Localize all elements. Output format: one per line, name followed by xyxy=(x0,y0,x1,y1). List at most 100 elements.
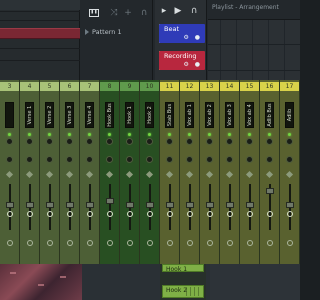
route-icon[interactable] xyxy=(27,240,33,246)
route-icon[interactable] xyxy=(207,240,213,246)
mute-led-icon[interactable] xyxy=(108,133,111,136)
magnet-icon[interactable]: ∩ xyxy=(189,6,199,16)
mute-led-icon[interactable] xyxy=(268,133,271,136)
mixer-strip[interactable]: 4 Verse 1 xyxy=(20,80,40,264)
mixer-strip[interactable]: 8 Hook Bus xyxy=(100,80,120,264)
mixer-strip-name[interactable]: Vox ab 4 xyxy=(245,102,254,128)
swap-icon[interactable] xyxy=(145,170,154,179)
pan-knob[interactable] xyxy=(26,138,33,145)
route-icon[interactable] xyxy=(147,240,153,246)
volume-fader-handle[interactable] xyxy=(246,202,254,208)
mixer-strip[interactable]: 17 Adlib xyxy=(280,80,300,264)
stereo-knob[interactable] xyxy=(186,156,193,163)
swap-icon[interactable] xyxy=(5,170,14,179)
mute-led-icon[interactable] xyxy=(68,133,71,136)
record-arm-icon[interactable] xyxy=(247,211,253,217)
volume-fader-handle[interactable] xyxy=(146,202,154,208)
stereo-knob[interactable] xyxy=(126,156,133,163)
route-icon[interactable] xyxy=(47,240,53,246)
record-arm-icon[interactable] xyxy=(107,211,113,217)
mute-led-icon[interactable] xyxy=(128,133,131,136)
swap-icon[interactable] xyxy=(265,170,274,179)
pan-knob[interactable] xyxy=(86,138,93,145)
track-controls-icon[interactable]: ⚙ ● xyxy=(183,61,202,68)
mixer-strip-name[interactable] xyxy=(5,102,14,128)
mixer-strip[interactable]: 5 Verse 2 xyxy=(40,80,60,264)
pan-knob[interactable] xyxy=(66,138,73,145)
route-icon[interactable] xyxy=(267,240,273,246)
playlist-grid[interactable]: Playlist - Arrangement xyxy=(208,0,300,80)
playlist-lanes[interactable] xyxy=(210,264,300,300)
plus-icon[interactable]: + xyxy=(123,8,133,18)
mixer-strip-name[interactable]: Verse 1 xyxy=(25,102,34,128)
mixer-strip-name[interactable]: Adlib xyxy=(285,102,294,128)
mute-led-icon[interactable] xyxy=(188,133,191,136)
swap-icon[interactable] xyxy=(285,170,294,179)
volume-fader-handle[interactable] xyxy=(6,202,14,208)
snap-icon[interactable]: ⤨ xyxy=(109,8,119,18)
record-arm-icon[interactable] xyxy=(27,211,33,217)
swap-icon[interactable] xyxy=(165,170,174,179)
pan-knob[interactable] xyxy=(46,138,53,145)
volume-fader-handle[interactable] xyxy=(126,202,134,208)
mute-led-icon[interactable] xyxy=(88,133,91,136)
stereo-knob[interactable] xyxy=(206,156,213,163)
route-icon[interactable] xyxy=(227,240,233,246)
pan-knob[interactable] xyxy=(126,138,133,145)
record-arm-icon[interactable] xyxy=(147,211,153,217)
mixer-strip[interactable]: 15 Vox ab 4 xyxy=(240,80,260,264)
route-icon[interactable] xyxy=(287,240,293,246)
stereo-knob[interactable] xyxy=(166,156,173,163)
mute-led-icon[interactable] xyxy=(28,133,31,136)
stereo-knob[interactable] xyxy=(86,156,93,163)
swap-icon[interactable] xyxy=(85,170,94,179)
mute-led-icon[interactable] xyxy=(228,133,231,136)
mixer-strip-name[interactable]: Verse 2 xyxy=(45,102,54,128)
swap-icon[interactable] xyxy=(65,170,74,179)
volume-fader-handle[interactable] xyxy=(86,202,94,208)
record-arm-icon[interactable] xyxy=(127,211,133,217)
pan-knob[interactable] xyxy=(226,138,233,145)
swap-icon[interactable] xyxy=(205,170,214,179)
swap-icon[interactable] xyxy=(25,170,34,179)
route-icon[interactable] xyxy=(167,240,173,246)
route-icon[interactable] xyxy=(127,240,133,246)
pattern-clip[interactable]: Hook 2 xyxy=(162,285,204,298)
mixer-strip-name[interactable]: Vox ab 3 xyxy=(225,102,234,128)
record-arm-icon[interactable] xyxy=(287,211,293,217)
record-arm-icon[interactable] xyxy=(87,211,93,217)
mixer-strip[interactable]: 9 Hook 1 xyxy=(120,80,140,264)
pan-knob[interactable] xyxy=(166,138,173,145)
pan-knob[interactable] xyxy=(246,138,253,145)
mute-led-icon[interactable] xyxy=(8,133,11,136)
stereo-knob[interactable] xyxy=(66,156,73,163)
mixer-strip[interactable]: 3 xyxy=(0,80,20,264)
mixer-strip[interactable]: 16 Adlib Bus xyxy=(260,80,280,264)
mute-led-icon[interactable] xyxy=(248,133,251,136)
route-icon[interactable] xyxy=(87,240,93,246)
pan-knob[interactable] xyxy=(186,138,193,145)
mixer-strip-name[interactable]: Hook 1 xyxy=(125,102,134,128)
mixer-strip[interactable]: 6 Verse 3 xyxy=(60,80,80,264)
volume-fader-handle[interactable] xyxy=(46,202,54,208)
stereo-knob[interactable] xyxy=(46,156,53,163)
volume-fader-handle[interactable] xyxy=(206,202,214,208)
pattern-item[interactable]: Pattern 1 xyxy=(85,27,151,37)
mixer-strip[interactable]: 12 Vox ab 1 xyxy=(180,80,200,264)
mixer-strip-name[interactable]: Hook 2 xyxy=(145,102,154,128)
record-arm-icon[interactable] xyxy=(267,211,273,217)
snap-icon[interactable]: ▸ xyxy=(159,6,169,16)
volume-fader-track[interactable] xyxy=(109,184,111,230)
volume-fader-handle[interactable] xyxy=(26,202,34,208)
play-icon[interactable]: ▶ xyxy=(173,6,183,16)
track-header-beat[interactable]: Beat ⚙ ● xyxy=(159,24,205,43)
mixer-strip[interactable]: 13 Vox ab 2 xyxy=(200,80,220,264)
record-arm-icon[interactable] xyxy=(227,211,233,217)
mixer-strip[interactable]: 14 Vox ab 3 xyxy=(220,80,240,264)
volume-fader-handle[interactable] xyxy=(166,202,174,208)
mixer-strip[interactable]: 10 Hook 2 xyxy=(140,80,160,264)
route-icon[interactable] xyxy=(107,240,113,246)
mixer-strip-name[interactable]: Hook Bus xyxy=(105,102,114,128)
mute-led-icon[interactable] xyxy=(168,133,171,136)
mixer-strip-name[interactable]: Vox ab 2 xyxy=(205,102,214,128)
